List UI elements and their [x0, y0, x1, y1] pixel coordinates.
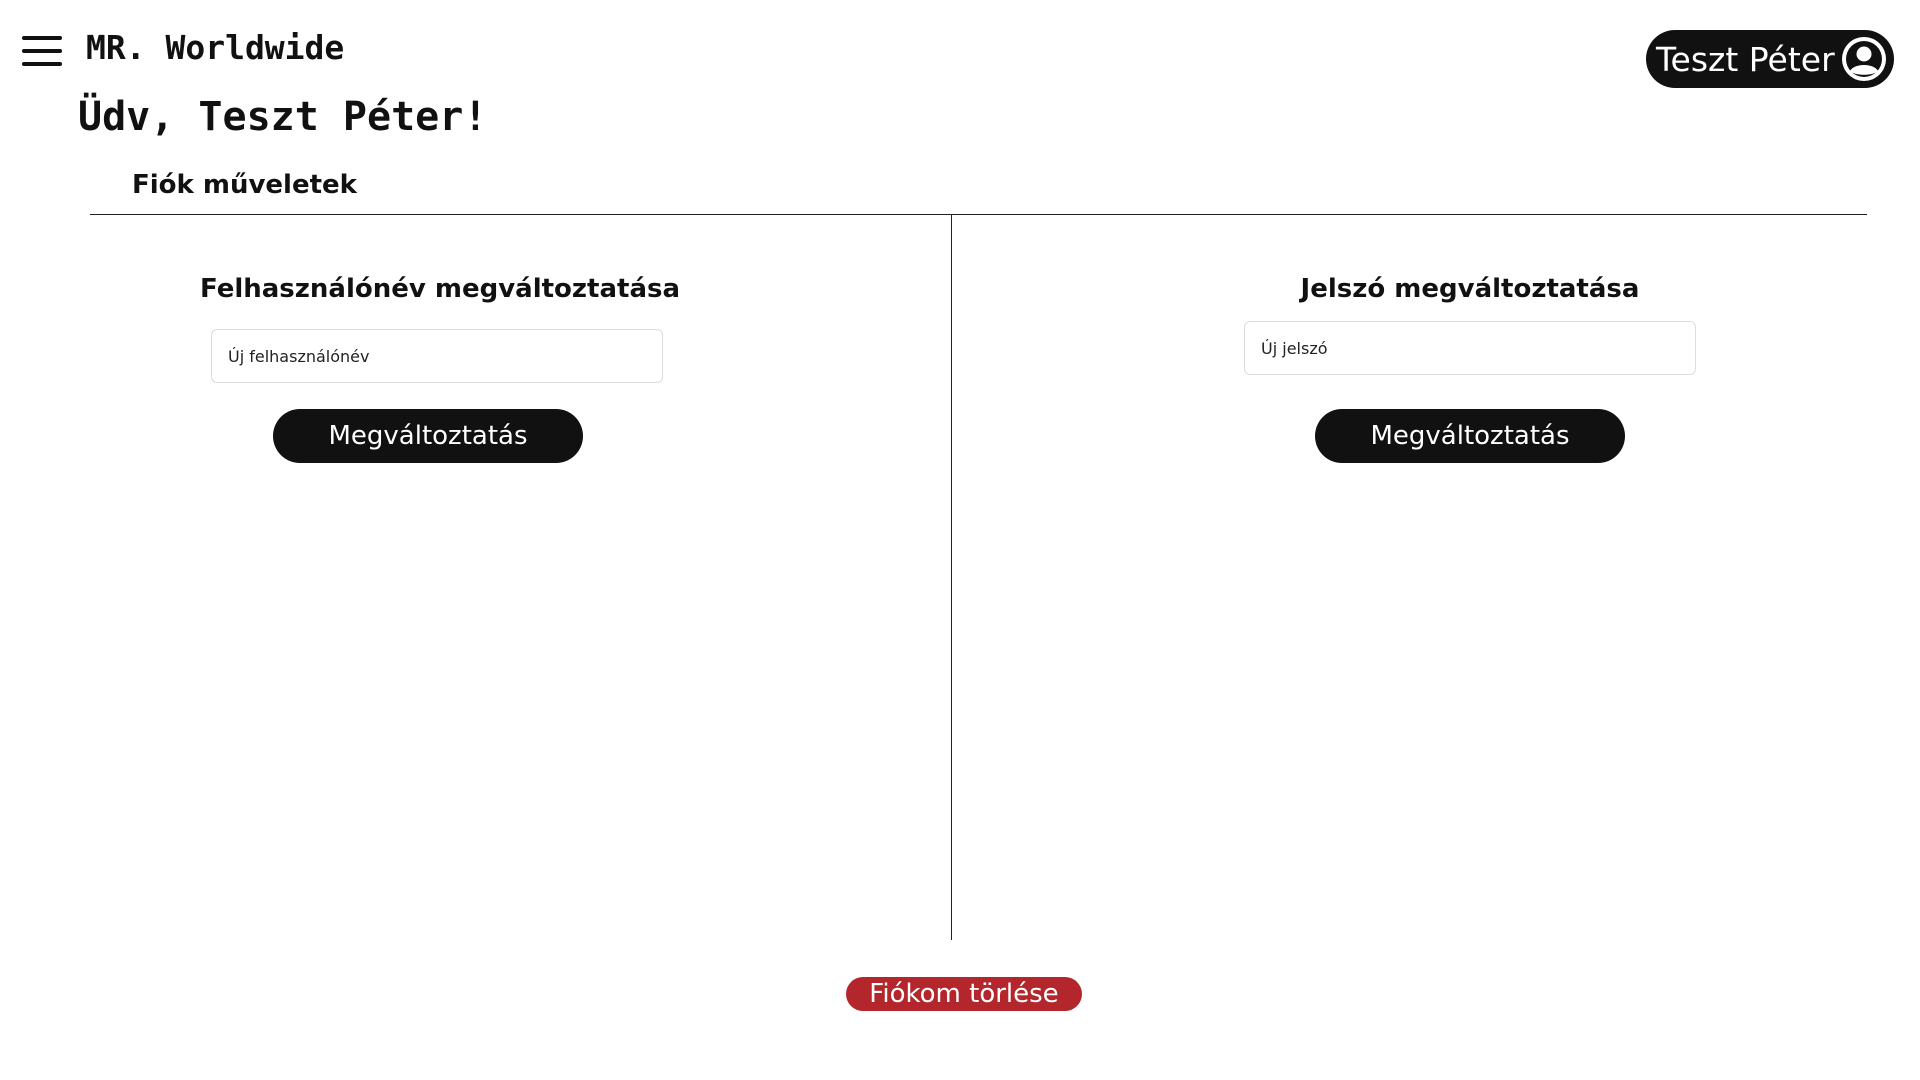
brand-title[interactable]: MR. Worldwide [86, 28, 344, 67]
new-username-input[interactable] [211, 329, 663, 383]
greeting-heading: Üdv, Teszt Péter! [78, 94, 488, 140]
new-password-input[interactable] [1244, 321, 1696, 375]
menu-line [22, 36, 62, 40]
change-password-button[interactable]: Megváltoztatás [1315, 409, 1625, 463]
section-title: Fiók műveletek [132, 170, 357, 200]
delete-account-button[interactable]: Fiókom törlése [846, 977, 1082, 1011]
user-menu-button[interactable]: Teszt Péter [1646, 30, 1894, 88]
vertical-divider [951, 214, 952, 940]
user-name: Teszt Péter [1656, 39, 1835, 79]
change-username-button[interactable]: Megváltoztatás [273, 409, 583, 463]
password-panel-title: Jelszó megváltoztatása [1300, 274, 1640, 304]
hamburger-menu-icon[interactable] [22, 36, 62, 66]
horizontal-divider [90, 214, 1867, 215]
account-page: MR. Worldwide Teszt Péter Üdv, Teszt Pét… [0, 0, 1920, 1080]
user-circle-icon [1842, 37, 1886, 81]
menu-line [22, 62, 62, 66]
username-panel-title: Felhasználónév megváltoztatása [199, 274, 681, 304]
menu-line [22, 49, 62, 53]
